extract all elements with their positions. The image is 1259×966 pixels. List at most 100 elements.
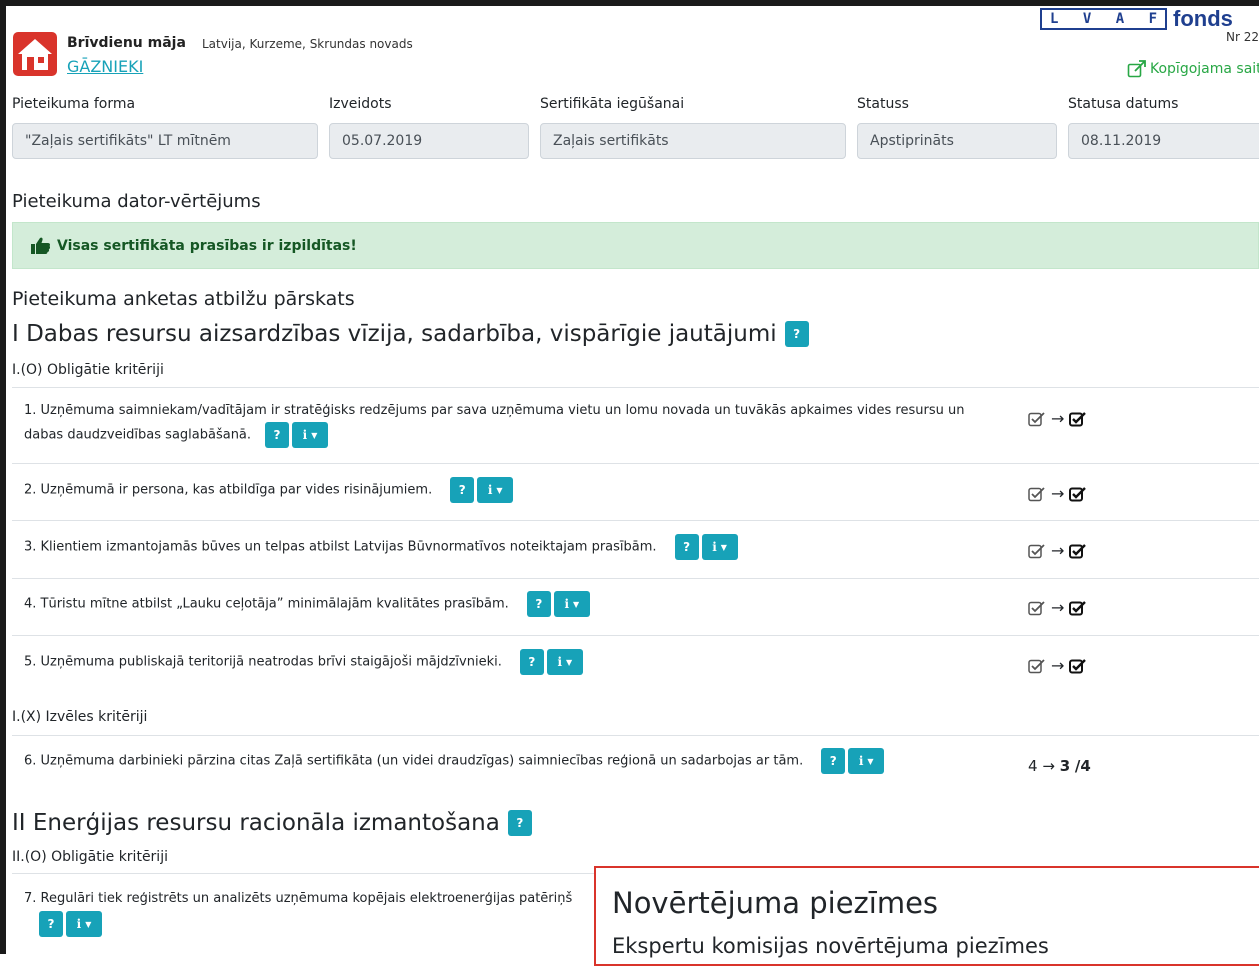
checkbox-checked-icon — [1069, 658, 1087, 673]
created-label: Izveidots — [329, 96, 392, 112]
info-icon: i — [76, 917, 82, 931]
notes-popup: Novērtējuma piezīmes Ekspertu komisijas … — [594, 866, 1259, 966]
question-3-text: 3. Klientiem izmantojamās būves un telpa… — [24, 539, 657, 555]
question-6-text: 6. Uzņēmuma darbinieki pārzina citas Zaļ… — [24, 753, 804, 769]
question-3-info-dropdown[interactable]: i ▼ — [701, 534, 738, 560]
info-icon: i — [302, 427, 308, 442]
checkbox-checked-icon — [1069, 486, 1087, 501]
checkbox-outline-icon — [1028, 411, 1045, 426]
caret-down-icon: ▼ — [85, 919, 92, 929]
question-3-status: → — [1028, 541, 1087, 560]
question-4: 4. Tūristu mītne atbilst „Lauku ceļotāja… — [24, 591, 590, 617]
question-3: 3. Klientiem izmantojamās būves un telpa… — [24, 534, 738, 560]
question-2-help-button[interactable]: ? — [450, 477, 475, 503]
checkbox-outline-icon — [1028, 600, 1045, 615]
share-link[interactable]: Kopīgojama sait — [1127, 60, 1259, 78]
application-form-field[interactable]: "Zaļais sertifikāts" LT mītnēm — [12, 123, 318, 159]
section-1-help-button[interactable]: ? — [784, 321, 809, 347]
overview-heading: Pieteikuma anketas atbilžu pārskats — [12, 288, 355, 310]
certificate-label: Sertifikāta iegūšanai — [540, 96, 685, 112]
org-logo-word: fonds — [1173, 6, 1233, 31]
question-2-text: 2. Uzņēmumā ir persona, kas atbildīga pa… — [24, 482, 433, 498]
question-1-line-2: dabas daudzveidības saglabāšanā. — [24, 427, 252, 443]
question-4-info-dropdown[interactable]: i ▼ — [553, 591, 590, 617]
question-5-status: → — [1028, 656, 1087, 675]
question-1-line-1: 1. Uzņēmuma saimniekam/vadītājam ir stra… — [24, 403, 965, 418]
divider — [12, 578, 1259, 579]
checkbox-checked-icon — [1069, 543, 1087, 558]
question-4-text: 4. Tūristu mītne atbilst „Lauku ceļotāja… — [24, 596, 509, 612]
caret-down-icon: ▼ — [311, 430, 318, 440]
status-date-field[interactable]: 08.11.2019 — [1068, 123, 1259, 159]
arrow-icon: → — [1042, 757, 1055, 775]
question-7: 7. Regulāri tiek reģistrēts un analizēts… — [24, 887, 594, 910]
question-4-help-button[interactable]: ? — [526, 591, 551, 617]
success-alert-text: Visas sertifikāta prasības ir izpildītas… — [57, 237, 357, 254]
question-5: 5. Uzņēmuma publiskajā teritorijā neatro… — [24, 649, 583, 675]
question-7-help-button[interactable]: ? — [39, 911, 63, 937]
info-icon: i — [712, 539, 717, 554]
house-name-link[interactable]: GĀZNIEKI — [67, 57, 143, 76]
question-4-status: → — [1028, 598, 1087, 617]
checkbox-outline-icon — [1028, 486, 1045, 501]
evaluation-heading: Pieteikuma dator-vērtējums — [12, 191, 261, 212]
external-link-icon — [1127, 60, 1146, 78]
arrow-icon: → — [1051, 541, 1065, 560]
application-form-label: Pieteikuma forma — [12, 96, 136, 112]
created-field[interactable]: 05.07.2019 — [329, 123, 529, 159]
caret-down-icon: ▼ — [720, 542, 727, 552]
caret-down-icon: ▼ — [867, 756, 874, 766]
arrow-icon: → — [1051, 409, 1065, 428]
question-6-score: 4 → 3 /4 — [1028, 757, 1091, 775]
notes-popup-subtitle: Ekspertu komisijas novērtējuma piezīmes — [612, 934, 1049, 958]
question-5-text: 5. Uzņēmuma publiskajā teritorijā neatro… — [24, 654, 502, 670]
section-2-title: II Enerģijas resursu racionāla izmantoša… — [12, 810, 532, 836]
question-7-info-dropdown[interactable]: i ▼ — [66, 911, 102, 937]
checkbox-checked-icon — [1069, 411, 1087, 426]
info-icon: i — [487, 482, 493, 497]
success-alert: Visas sertifikāta prasības ir izpildītas… — [12, 222, 1259, 269]
checkbox-checked-icon — [1069, 600, 1087, 615]
arrow-icon: → — [1051, 484, 1065, 503]
question-2-info-dropdown[interactable]: i ▼ — [477, 477, 514, 503]
application-number: Nr 22 — [1226, 30, 1259, 44]
frame-border-left — [0, 0, 6, 954]
divider — [12, 387, 1259, 388]
arrow-icon: → — [1051, 598, 1065, 617]
question-7-text: 7. Regulāri tiek reģistrēts un analizēts… — [24, 891, 573, 906]
share-link-label: Kopīgojama sait — [1150, 61, 1259, 77]
question-1-status: → — [1028, 409, 1087, 428]
caret-down-icon: ▼ — [573, 599, 580, 609]
question-1-line-2-row: dabas daudzveidības saglabāšanā.? i ▼ — [24, 422, 964, 448]
divider — [12, 735, 1259, 736]
checkbox-outline-icon — [1028, 543, 1045, 558]
info-icon: i — [557, 654, 563, 669]
question-6-info-dropdown[interactable]: i ▼ — [848, 748, 885, 774]
question-1-help-button[interactable]: ? — [265, 422, 290, 448]
question-3-help-button[interactable]: ? — [674, 534, 699, 560]
caret-down-icon: ▼ — [496, 485, 503, 495]
certificate-field[interactable]: Zaļais sertifikāts — [540, 123, 846, 159]
divider — [12, 520, 1259, 521]
question-5-help-button[interactable]: ? — [519, 649, 544, 675]
section-1-mandatory-label: I.(O) Obligātie kritēriji — [12, 362, 164, 378]
notes-popup-title: Novērtējuma piezīmes — [612, 886, 939, 920]
section-1-optional-label: I.(X) Izvēles kritēriji — [12, 709, 148, 725]
divider — [12, 463, 1259, 464]
status-field[interactable]: Apstiprināts — [857, 123, 1057, 159]
house-logo-icon — [13, 32, 57, 76]
section-2-mandatory-label: II.(O) Obligātie kritēriji — [12, 849, 168, 865]
section-2-help-button[interactable]: ? — [507, 810, 532, 836]
section-1-title: I Dabas resursu aizsardzības vīzija, sad… — [12, 321, 809, 347]
question-6-expert-score: 3 — [1059, 757, 1071, 775]
question-1-info-dropdown[interactable]: i ▼ — [292, 422, 329, 448]
caret-down-icon: ▼ — [566, 657, 573, 667]
status-label: Statuss — [857, 96, 909, 112]
question-5-info-dropdown[interactable]: i ▼ — [546, 649, 583, 675]
arrow-icon: → — [1051, 656, 1065, 675]
checkbox-outline-icon — [1028, 658, 1045, 673]
question-1: 1. Uzņēmuma saimniekam/vadītājam ir stra… — [24, 399, 964, 448]
question-6-help-button[interactable]: ? — [821, 748, 846, 774]
info-icon: i — [858, 753, 864, 768]
house-type: Brīvdienu māja — [67, 35, 186, 51]
